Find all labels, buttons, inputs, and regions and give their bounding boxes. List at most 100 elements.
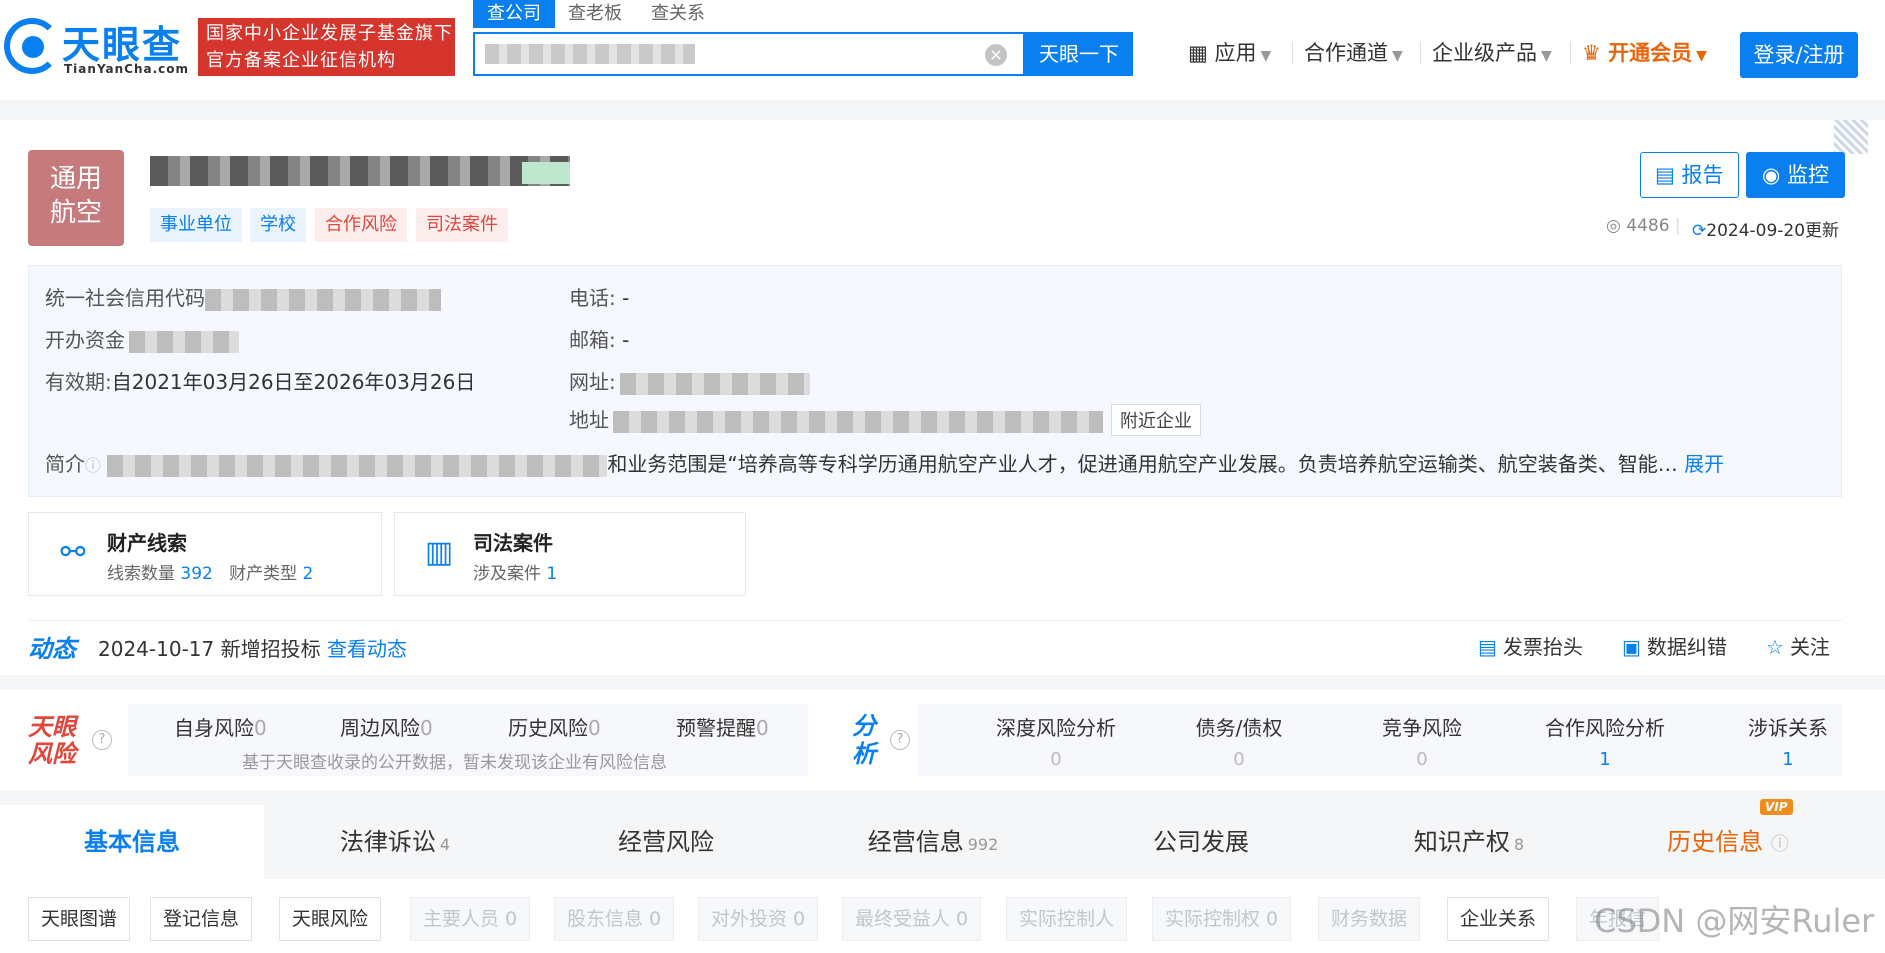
subtab-financial-data[interactable]: 财务数据: [1318, 897, 1421, 941]
cooperation-risk-value: 1: [1599, 749, 1611, 770]
nav-apps[interactable]: ▦ 应用 ▼: [1188, 38, 1271, 68]
warning-alert-label: 预警提醒: [676, 716, 756, 740]
credit-code-redacted: [205, 288, 441, 311]
validity-value: 自2021年03月26日至2026年03月26日: [111, 370, 476, 394]
subtab-actual-control[interactable]: 实际控制权 0: [1152, 897, 1292, 941]
debt-credit[interactable]: 债务/债权 0: [1149, 712, 1329, 770]
tag-public-institution[interactable]: 事业单位: [150, 208, 242, 242]
risk-note: 基于天眼查收录的公开数据，暂未发现该企业有风险信息: [242, 753, 667, 773]
tab-operating-info[interactable]: 经营信息 992: [806, 805, 1060, 879]
tab-history-info[interactable]: 历史信息 ⓘ: [1596, 805, 1860, 879]
company-avatar: 通用 航空: [28, 150, 124, 246]
tag-cooperation-risk[interactable]: 合作风险: [315, 208, 407, 242]
nav-cooperation-label: 合作通道: [1304, 41, 1388, 65]
case-count-label: 涉及案件: [473, 564, 541, 584]
badge-line-2: 官方备案企业征信机构: [206, 50, 396, 71]
invoice-title-button[interactable]: ▤ 发票抬头: [1478, 631, 1583, 660]
nav-cooperation[interactable]: 合作通道 ▼: [1304, 38, 1403, 68]
property-clue-icon: ⚯: [60, 535, 86, 570]
subtab-tianyan-risk[interactable]: 天眼风险: [279, 897, 382, 941]
help-icon[interactable]: ?: [92, 730, 112, 750]
chevron-down-icon: ▼: [1541, 48, 1552, 64]
credit-code-row: 统一社会信用代码: [45, 282, 441, 311]
validity-row: 有效期:自2021年03月26日至2026年03月26日: [45, 366, 475, 395]
subtab-external-investment[interactable]: 对外投资 0: [698, 897, 819, 941]
monitor-button[interactable]: ◉ 监控: [1746, 152, 1846, 198]
cooperation-risk-analysis[interactable]: 合作风险分析 1: [1515, 712, 1695, 770]
deep-risk-analysis[interactable]: 深度风险分析 0: [966, 712, 1146, 770]
phone-label: 电话:: [569, 286, 616, 310]
tab-litigation-count: 4: [439, 835, 451, 854]
email-label: 邮箱:: [569, 328, 616, 352]
tab-litigation[interactable]: 法律诉讼 4: [264, 805, 526, 879]
search-button[interactable]: 天眼一下: [1025, 32, 1133, 76]
self-risk[interactable]: 自身风险0: [174, 712, 267, 741]
tab-operating-risk[interactable]: 经营风险: [526, 805, 806, 879]
nav-enterprise-label: 企业级产品: [1432, 41, 1537, 65]
subtab-enterprise-relation[interactable]: 企业关系: [1447, 897, 1550, 941]
data-correction-label: 数据纠错: [1646, 635, 1727, 659]
data-correction-button[interactable]: ▣ 数据纠错: [1622, 631, 1727, 660]
litigation-relation[interactable]: 涉诉关系 1: [1698, 712, 1878, 770]
tianyancha-logo[interactable]: 天眼查 TianYanCha.com: [0, 14, 190, 78]
tab-litigation-label: 法律诉讼: [339, 828, 436, 856]
crown-icon: ♛: [1582, 41, 1601, 65]
report-button[interactable]: ▤ 报告: [1640, 152, 1739, 198]
nav-enterprise-products[interactable]: 企业级产品 ▼: [1432, 38, 1552, 68]
warning-alert[interactable]: 预警提醒0: [676, 712, 769, 741]
star-icon: ☆: [1766, 635, 1784, 659]
tab-company-development[interactable]: 公司发展: [1060, 805, 1342, 879]
website-redacted[interactable]: [619, 372, 810, 395]
top-navigation-bar: 天眼查 TianYanCha.com 国家中小企业发展子基金旗下 官方备案企业征…: [0, 0, 1885, 100]
expand-link[interactable]: 展开: [1684, 452, 1724, 476]
subtab-shareholders[interactable]: 股东信息 0: [554, 897, 675, 941]
view-count: ◎ 4486 |: [1606, 216, 1681, 236]
nav-divider: [1570, 42, 1571, 64]
subtab-ultimate-beneficiary[interactable]: 最终受益人 0: [842, 897, 982, 941]
litigation-relation-label: 涉诉关系: [1748, 716, 1828, 740]
nearby-companies-button[interactable]: 附近企业: [1111, 404, 1201, 436]
follow-button[interactable]: ☆ 关注: [1766, 631, 1830, 660]
capital-row: 开办资金: [45, 324, 239, 353]
login-register-button[interactable]: 登录/注册: [1740, 32, 1858, 78]
risk-logo-line-2: 风险: [28, 740, 76, 768]
nav-open-vip[interactable]: ♛ 开通会员 ▼: [1582, 38, 1707, 68]
tab-intellectual-property[interactable]: 知识产权 8: [1342, 805, 1596, 879]
search-input[interactable]: ×: [473, 32, 1025, 76]
property-clue-card[interactable]: ⚯ 财产线索 线索数量 392 财产类型 2: [28, 512, 382, 596]
tag-judicial-case[interactable]: 司法案件: [416, 208, 508, 242]
tag-school[interactable]: 学校: [250, 208, 306, 242]
tab-basic-info[interactable]: 基本信息: [0, 805, 264, 879]
judicial-case-card[interactable]: ▥ 司法案件 涉及案件 1: [394, 512, 746, 596]
email-value: -: [622, 328, 630, 352]
tab-search-boss[interactable]: 查老板: [568, 0, 622, 28]
refresh-icon: ⟳: [1692, 221, 1707, 241]
company-info-box: 统一社会信用代码 开办资金 有效期:自2021年03月26日至2026年03月2…: [28, 265, 1842, 497]
email-row: 邮箱: -: [569, 324, 629, 353]
view-count-value: 4486: [1626, 216, 1670, 236]
peripheral-risk[interactable]: 周边风险0: [340, 712, 433, 741]
clear-icon[interactable]: ×: [985, 44, 1007, 66]
help-icon[interactable]: ?: [890, 730, 910, 750]
competition-risk[interactable]: 竞争风险 0: [1332, 712, 1512, 770]
chevron-down-icon: ▼: [1392, 48, 1403, 64]
tab-ip-count: 8: [1513, 835, 1525, 854]
update-date[interactable]: ⟳2024-09-20更新: [1692, 216, 1839, 241]
history-risk-label: 历史风险: [508, 716, 588, 740]
tab-search-company[interactable]: 查公司: [473, 0, 555, 28]
history-risk[interactable]: 历史风险0: [508, 712, 601, 741]
help-icon[interactable]: ⓘ: [85, 456, 101, 475]
logo-text: 天眼查: [62, 23, 183, 67]
subtab-actual-controller[interactable]: 实际控制人: [1006, 897, 1128, 941]
credit-code-label: 统一社会信用代码: [45, 286, 205, 310]
view-dynamic-link[interactable]: 查看动态: [327, 637, 407, 661]
invoice-title-label: 发票抬头: [1502, 635, 1583, 659]
tab-operating-info-label: 经营信息: [867, 828, 964, 856]
tab-search-relation[interactable]: 查关系: [651, 0, 705, 28]
subtab-registration-info[interactable]: 登记信息: [150, 897, 253, 941]
subtab-tianyan-graph[interactable]: 天眼图谱: [28, 897, 131, 941]
monitor-label: 监控: [1787, 163, 1830, 187]
qr-code-icon[interactable]: [1834, 120, 1868, 154]
property-type-value: 2: [302, 564, 314, 584]
subtab-key-personnel[interactable]: 主要人员 0: [410, 897, 531, 941]
